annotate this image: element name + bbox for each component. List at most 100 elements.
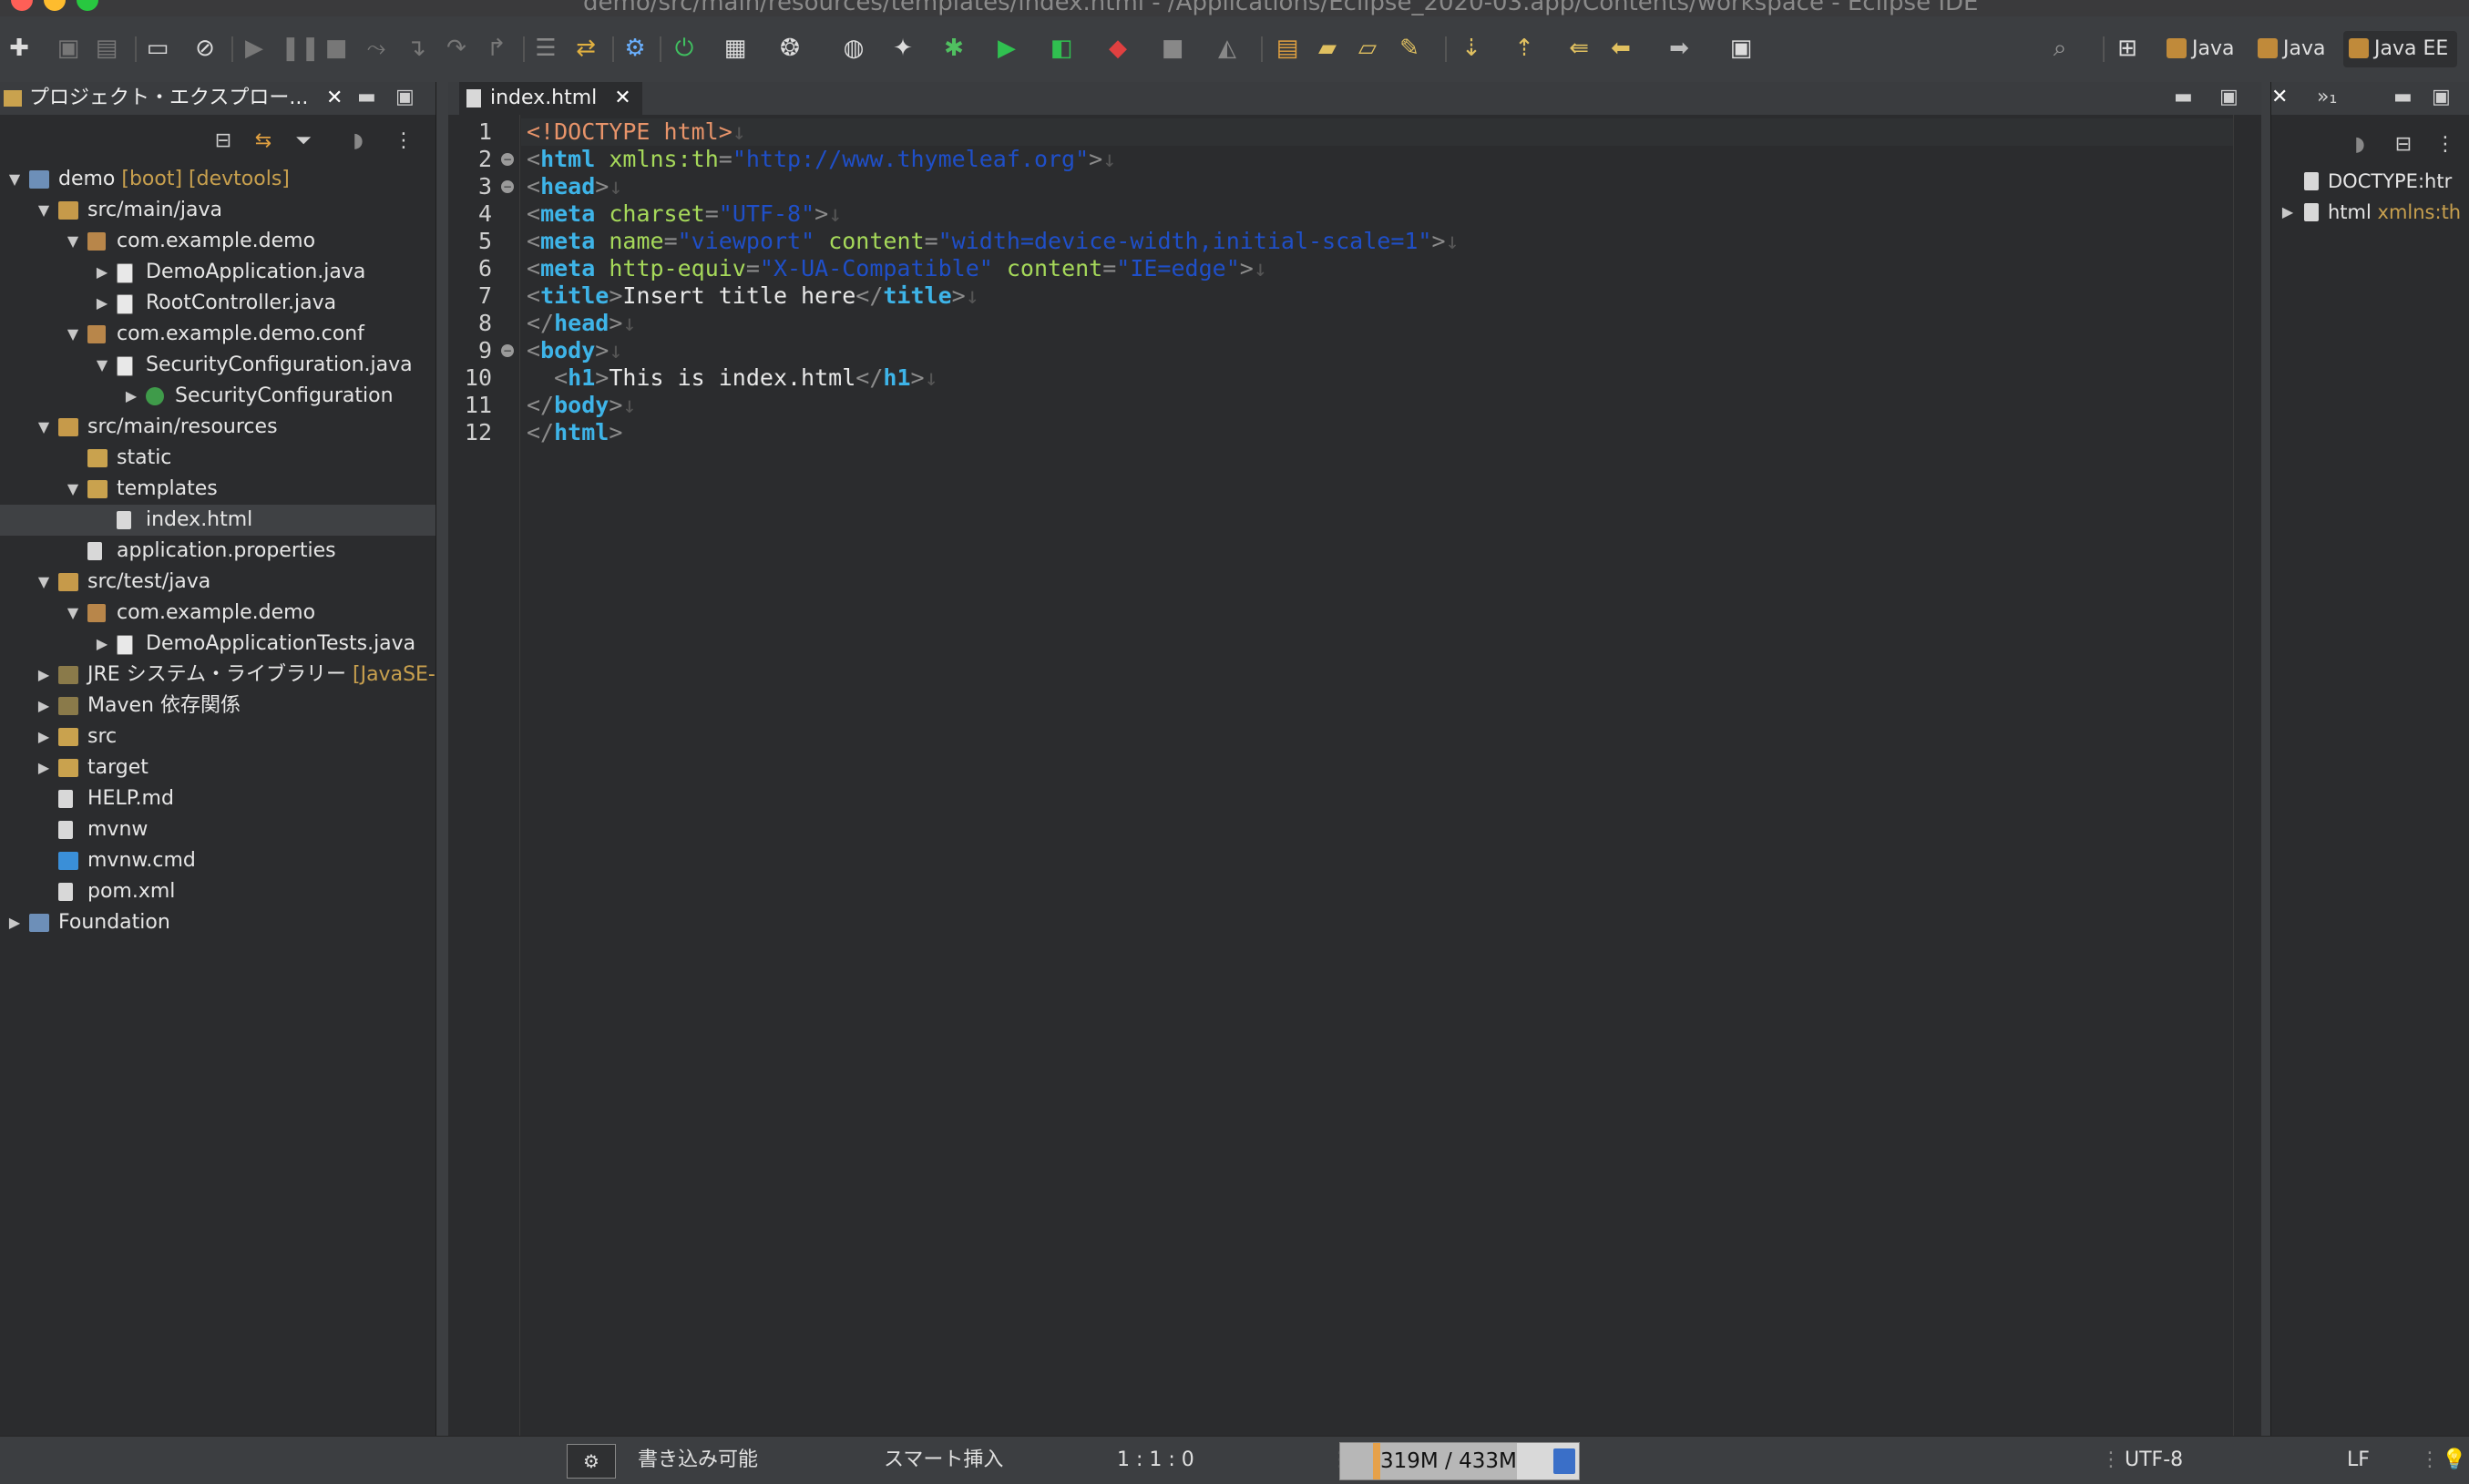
fold-toggle-icon[interactable]: − [501, 344, 514, 357]
tree-item[interactable]: index.html [0, 505, 435, 536]
chevron-right-icon[interactable]: ▶ [36, 752, 51, 783]
cursor-position-status[interactable]: 1 : 1 : 0 [1117, 1437, 1194, 1484]
minimize-window-button[interactable] [44, 0, 66, 11]
tree-item[interactable]: ▶ DemoApplicationTests.java [0, 629, 435, 660]
maximize-panel-icon[interactable]: ▣ [395, 82, 415, 113]
chevron-down-icon[interactable]: ▼ [66, 474, 80, 505]
outline-item[interactable]: DOCTYPE:htr [2271, 168, 2469, 195]
link-with-editor-icon[interactable]: ⇆ [250, 128, 277, 155]
skip-breakpoints-icon[interactable]: ⊘ [190, 33, 220, 64]
open-perspective-icon[interactable]: ⊞ [2112, 33, 2143, 64]
chevron-right-icon[interactable]: ▶ [2280, 199, 2295, 226]
save-all-icon[interactable]: ▤ [91, 33, 122, 64]
tree-item[interactable]: ▼ src/test/java [0, 567, 435, 598]
editor-vertical-scrollbar[interactable] [2233, 115, 2261, 1436]
minimize-panel-icon[interactable]: ▬ [2393, 82, 2413, 113]
search-icon[interactable]: ⌕ [2044, 33, 2075, 64]
last-edit-location-icon[interactable]: ⇚ [1563, 33, 1594, 64]
stop-icon[interactable]: ■ [1157, 33, 1188, 64]
tab-project-explorer[interactable]: プロジェクト・エクスプロー... ✕ [4, 82, 343, 115]
focus-icon[interactable]: ◗ [2346, 131, 2373, 159]
tree-item[interactable]: ▶ Maven 依存関係 [0, 691, 435, 722]
edit-icon[interactable]: ✎ [1394, 33, 1425, 64]
coverage-icon[interactable]: ◧ [1046, 33, 1077, 64]
tree-item[interactable]: ▼ templates [0, 474, 435, 505]
filter-icon[interactable]: ⏷ [290, 128, 317, 155]
tree-item[interactable]: mvnw [0, 814, 435, 845]
minimize-editor-icon[interactable]: ▬ [2174, 82, 2193, 113]
run-icon[interactable]: ▶ [991, 33, 1022, 64]
close-window-button[interactable] [11, 0, 33, 11]
view-menu-icon[interactable]: ⋮ [390, 128, 417, 155]
use-step-filters-icon[interactable]: ⇄ [570, 33, 601, 64]
spring-icon[interactable]: ❂ [774, 33, 805, 64]
tree-item[interactable]: ▼ com.example.demo [0, 598, 435, 629]
new-icon[interactable]: ✚ [4, 33, 35, 64]
tree-item[interactable]: ▶ DemoApplication.java [0, 257, 435, 288]
insert-mode-status[interactable]: スマート挿入 [884, 1437, 1003, 1484]
tree-item[interactable]: ▼ src/main/java [0, 195, 435, 226]
open-resource-icon[interactable]: ▱ [1352, 33, 1383, 64]
tree-item[interactable]: pom.xml [0, 876, 435, 907]
fold-toggle-icon[interactable]: − [501, 153, 514, 166]
tree-item[interactable]: ▼ src/main/resources [0, 412, 435, 443]
tree-item[interactable]: mvnw.cmd [0, 845, 435, 876]
tree-item[interactable]: ▶ JRE システム・ライブラリー [JavaSE-1 [0, 660, 448, 691]
forward-icon[interactable]: ➡ [1664, 33, 1695, 64]
chevron-down-icon[interactable]: ▼ [36, 412, 51, 443]
tree-item[interactable]: ▶ Foundation [0, 907, 435, 938]
tab-index-html[interactable]: index.html ✕ [459, 82, 642, 115]
lightbulb-icon[interactable]: 💡 [2442, 1437, 2466, 1484]
open-task-icon[interactable]: ▤ [1272, 33, 1303, 64]
tree-item[interactable]: ▼ SecurityConfiguration.java [0, 350, 435, 381]
disconnect-icon[interactable]: ⤳ [361, 33, 392, 64]
chevron-right-icon[interactable]: ▶ [95, 288, 109, 319]
chevron-right-icon[interactable]: ▶ [36, 691, 51, 722]
tree-item[interactable]: HELP.md [0, 783, 435, 814]
chevron-down-icon[interactable]: ▼ [66, 319, 80, 350]
collapse-all-icon[interactable]: ⊟ [210, 128, 237, 155]
outline-item[interactable]: ▶ html xmlns:th [2271, 199, 2469, 226]
chevron-down-icon[interactable]: ▼ [36, 567, 51, 598]
chevron-right-icon[interactable]: ▶ [95, 629, 109, 660]
status-task-icon[interactable]: ⚙ [567, 1444, 616, 1479]
fold-toggle-icon[interactable]: − [501, 180, 514, 193]
external-tools-icon[interactable]: ◆ [1102, 33, 1133, 64]
tree-item[interactable]: ▼ demo [boot] [devtools] [0, 164, 435, 195]
close-icon[interactable]: ✕ [2271, 82, 2288, 113]
chevron-right-icon[interactable]: ▶ [36, 660, 51, 691]
line-ending-status[interactable]: LF [2347, 1437, 2370, 1484]
close-icon[interactable]: ✕ [326, 82, 343, 115]
tree-item[interactable]: ▶ RootController.java [0, 288, 435, 319]
chevron-right-icon[interactable]: ▶ [36, 722, 51, 752]
chevron-down-icon[interactable]: ▼ [66, 226, 80, 257]
new-wizard-icon[interactable]: ✦ [887, 33, 918, 64]
drop-to-frame-icon[interactable]: ☰ [530, 33, 561, 64]
previous-annotation-icon[interactable]: ⇡ [1509, 33, 1540, 64]
zoom-window-button[interactable] [77, 0, 98, 11]
power-icon[interactable]: ⏻ [669, 33, 700, 64]
perspective-java-1[interactable]: Java [2161, 31, 2243, 67]
tree-item[interactable]: application.properties [0, 536, 435, 567]
pin-editor-icon[interactable]: ▣ [1726, 33, 1757, 64]
tree-item[interactable]: ▼ com.example.demo.conf [0, 319, 435, 350]
encoding-status[interactable]: UTF-8 [2125, 1437, 2183, 1484]
maximize-editor-icon[interactable]: ▣ [2219, 82, 2238, 113]
chevron-right-icon[interactable]: ▶ [95, 257, 109, 288]
perspective-java-ee[interactable]: Java EE [2343, 31, 2458, 67]
close-icon[interactable]: ✕ [614, 82, 630, 115]
globe-icon[interactable]: ◍ [838, 33, 869, 64]
tree-item[interactable]: ▼ com.example.demo [0, 226, 435, 257]
tree-item[interactable]: static [0, 443, 435, 474]
tree-item[interactable]: ▶ src [0, 722, 435, 752]
maximize-panel-icon[interactable]: ▣ [2432, 82, 2451, 113]
suspend-icon[interactable]: ❚❚ [281, 33, 321, 64]
new-server-icon[interactable]: ▦ [720, 33, 751, 64]
open-folder-icon[interactable]: ▰ [1312, 33, 1343, 64]
debug-icon[interactable]: ✱ [938, 33, 969, 64]
terminal-icon[interactable]: ▭ [142, 33, 173, 64]
chevron-right-icon[interactable]: ▶ [7, 907, 22, 938]
chevron-down-icon[interactable]: ▼ [66, 598, 80, 629]
focus-task-icon[interactable]: ◗ [344, 128, 372, 155]
step-into-icon[interactable]: ↴ [401, 33, 432, 64]
